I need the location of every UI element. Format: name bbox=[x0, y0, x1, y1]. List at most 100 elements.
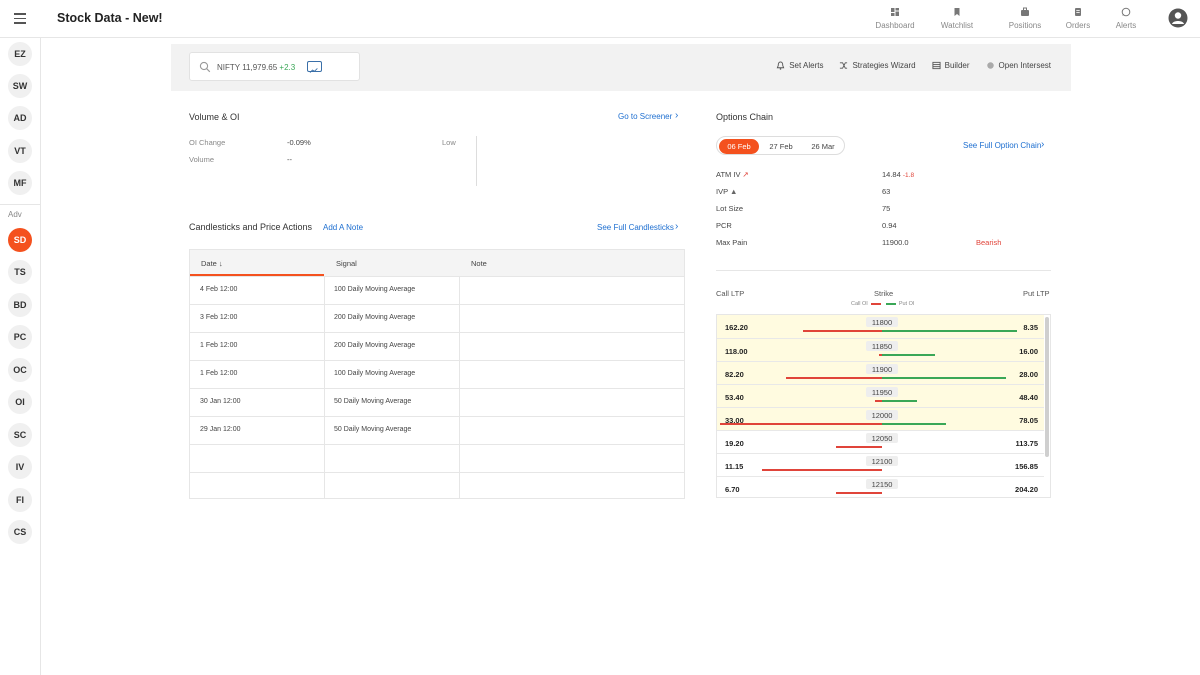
put-oi-bar bbox=[882, 377, 1006, 379]
option-row[interactable]: 162.20 11800 8.35 bbox=[717, 315, 1044, 338]
max-pain-signal: Bearish bbox=[976, 238, 1002, 247]
max-pain-label: Max Pain bbox=[716, 238, 748, 247]
table-row: 30 Jan 12:00 50 Daily Moving Average bbox=[190, 388, 684, 416]
volume-label: Volume bbox=[189, 155, 215, 164]
cell-signal: 200 Daily Moving Average bbox=[334, 342, 416, 349]
put-ltp: 156.85 bbox=[1015, 462, 1038, 471]
strike-price: 12050 bbox=[866, 433, 898, 443]
open-interest-button[interactable]: Open Intersest bbox=[986, 61, 1051, 70]
table-row bbox=[190, 444, 684, 472]
builder-button[interactable]: Builder bbox=[932, 61, 970, 70]
expiry-tab-27-feb[interactable]: 27 Feb bbox=[761, 139, 801, 154]
toolbar: Set Alerts Strategies Wizard Builder Ope… bbox=[760, 61, 1051, 70]
see-full-candlesticks-link[interactable]: See Full Candlesticks bbox=[597, 223, 674, 232]
sidebar-item-ez[interactable]: EZ bbox=[8, 42, 32, 66]
volume-value: -- bbox=[287, 155, 292, 164]
option-row[interactable]: 53.40 11950 48.40 bbox=[717, 384, 1044, 407]
sidebar-item-ts[interactable]: TS bbox=[8, 260, 32, 284]
cell-signal: 200 Daily Moving Average bbox=[334, 314, 416, 321]
option-row[interactable]: 11.15 12100 156.85 bbox=[717, 453, 1044, 476]
candlesticks-table: Date ↓ Signal Note 4 Feb 12:00 100 Daily … bbox=[189, 249, 685, 499]
strike-price: 11850 bbox=[866, 341, 898, 351]
column-header-signal[interactable]: Signal bbox=[336, 259, 357, 268]
oi-change-label: OI Change bbox=[189, 138, 226, 147]
option-row[interactable]: 19.20 12050 113.75 bbox=[717, 430, 1044, 453]
sidebar-adv-label: Adv bbox=[8, 210, 22, 219]
sidebar-item-mf[interactable]: MF bbox=[8, 171, 32, 195]
lot-size-label: Lot Size bbox=[716, 204, 744, 213]
nav-orders[interactable]: Orders bbox=[1054, 7, 1102, 30]
column-header-date[interactable]: Date ↓ bbox=[201, 259, 223, 268]
whatsapp-icon bbox=[1121, 7, 1131, 17]
option-row[interactable]: 6.70 12150 204.20 bbox=[717, 476, 1044, 497]
sidebar-item-ad[interactable]: AD bbox=[8, 106, 32, 130]
avatar-icon[interactable] bbox=[1168, 8, 1188, 28]
add-note-link[interactable]: Add A Note bbox=[323, 223, 363, 232]
call-ltp: 19.20 bbox=[725, 439, 744, 448]
option-row[interactable]: 33.00 12000 78.05 bbox=[717, 407, 1044, 430]
strike-price: 12100 bbox=[866, 456, 898, 466]
option-row[interactable]: 118.00 11850 16.00 bbox=[717, 338, 1044, 361]
menu-icon[interactable] bbox=[14, 13, 26, 24]
chart-button[interactable] bbox=[307, 61, 322, 73]
ivp-label: IVP ▲ bbox=[716, 187, 737, 196]
nav-dashboard[interactable]: Dashboard bbox=[866, 7, 924, 30]
option-row[interactable]: 82.20 11900 28.00 bbox=[717, 361, 1044, 384]
cell-date: 1 Feb 12:00 bbox=[200, 370, 238, 377]
options-chain-title: Options Chain bbox=[716, 112, 774, 122]
scrollbar[interactable] bbox=[1045, 317, 1049, 457]
sidebar-item-bd[interactable]: BD bbox=[8, 293, 32, 317]
put-oi-bar bbox=[882, 400, 917, 402]
bell-icon bbox=[776, 61, 785, 70]
search-input[interactable]: NIFTY 11,979.65 +2.3 bbox=[189, 52, 360, 81]
put-oi-bar bbox=[882, 354, 935, 356]
oi-change-value: -0.09% bbox=[287, 138, 311, 147]
sidebar-item-fi[interactable]: FI bbox=[8, 488, 32, 512]
nav-alerts[interactable]: Alerts bbox=[1102, 7, 1150, 30]
nav-positions[interactable]: Positions bbox=[996, 7, 1054, 30]
call-oi-bar bbox=[720, 423, 882, 425]
call-ltp-header: Call LTP bbox=[716, 289, 745, 298]
atm-iv-label: ATM IV ↗ bbox=[716, 170, 749, 179]
low-label: Low bbox=[442, 138, 456, 147]
call-ltp: 11.15 bbox=[725, 462, 744, 471]
top-nav: Dashboard Watchlist Positions Orders Ale… bbox=[866, 0, 1188, 38]
set-alerts-button[interactable]: Set Alerts bbox=[776, 61, 823, 70]
nav-watchlist[interactable]: Watchlist bbox=[928, 7, 986, 30]
chevron-right-icon: › bbox=[675, 221, 679, 232]
warning-icon: ▲ bbox=[730, 187, 738, 196]
call-ltp: 118.00 bbox=[725, 347, 748, 356]
cell-date: 3 Feb 12:00 bbox=[200, 314, 238, 321]
lot-size-value: 75 bbox=[882, 204, 891, 213]
atm-iv-change: -1.8 bbox=[902, 172, 915, 179]
option-chain-table: 162.20 11800 8.35 118.00 11850 16.00 82.20 1190… bbox=[716, 314, 1051, 498]
max-pain-value: 11900.0 bbox=[882, 238, 909, 247]
expiry-tab-26-mar[interactable]: 26 Mar bbox=[803, 139, 843, 154]
put-ltp: 113.75 bbox=[1015, 439, 1038, 448]
column-header-note[interactable]: Note bbox=[471, 259, 487, 268]
sidebar-item-oc[interactable]: OC bbox=[8, 358, 32, 382]
briefcase-icon bbox=[1021, 7, 1029, 16]
sidebar-item-vt[interactable]: VT bbox=[8, 139, 32, 163]
sidebar-item-iv[interactable]: IV bbox=[8, 455, 32, 479]
page-title: Stock Data - New! bbox=[57, 11, 163, 25]
go-to-screener-link[interactable]: Go to Screener bbox=[618, 112, 672, 121]
put-ltp: 204.20 bbox=[1015, 485, 1038, 494]
strategies-wizard-button[interactable]: Strategies Wizard bbox=[839, 61, 916, 70]
sidebar-item-sw[interactable]: SW bbox=[8, 74, 32, 98]
sidebar-item-pc[interactable]: PC bbox=[8, 325, 32, 349]
see-full-option-chain-link[interactable]: See Full Option Chain bbox=[963, 141, 1041, 150]
oi-legend: Call OI Put OI bbox=[851, 301, 914, 307]
search-icon bbox=[199, 61, 211, 73]
arrow-down-icon: ↓ bbox=[218, 259, 223, 268]
sidebar-item-sd[interactable]: SD bbox=[8, 228, 32, 252]
sidebar-item-sc[interactable]: SC bbox=[8, 423, 32, 447]
expiry-tab-06-feb[interactable]: 06 Feb bbox=[719, 139, 759, 154]
sidebar-item-oi[interactable]: OI bbox=[8, 390, 32, 414]
call-oi-bar bbox=[875, 400, 882, 402]
orders-icon bbox=[1075, 8, 1081, 16]
sidebar: EZ SW AD VT MF Adv SD TS BD PC OC OI SC … bbox=[0, 38, 41, 675]
expiry-selector: 06 Feb 27 Feb 26 Mar bbox=[716, 136, 845, 155]
sidebar-divider bbox=[0, 204, 40, 205]
sidebar-item-cs[interactable]: CS bbox=[8, 520, 32, 544]
